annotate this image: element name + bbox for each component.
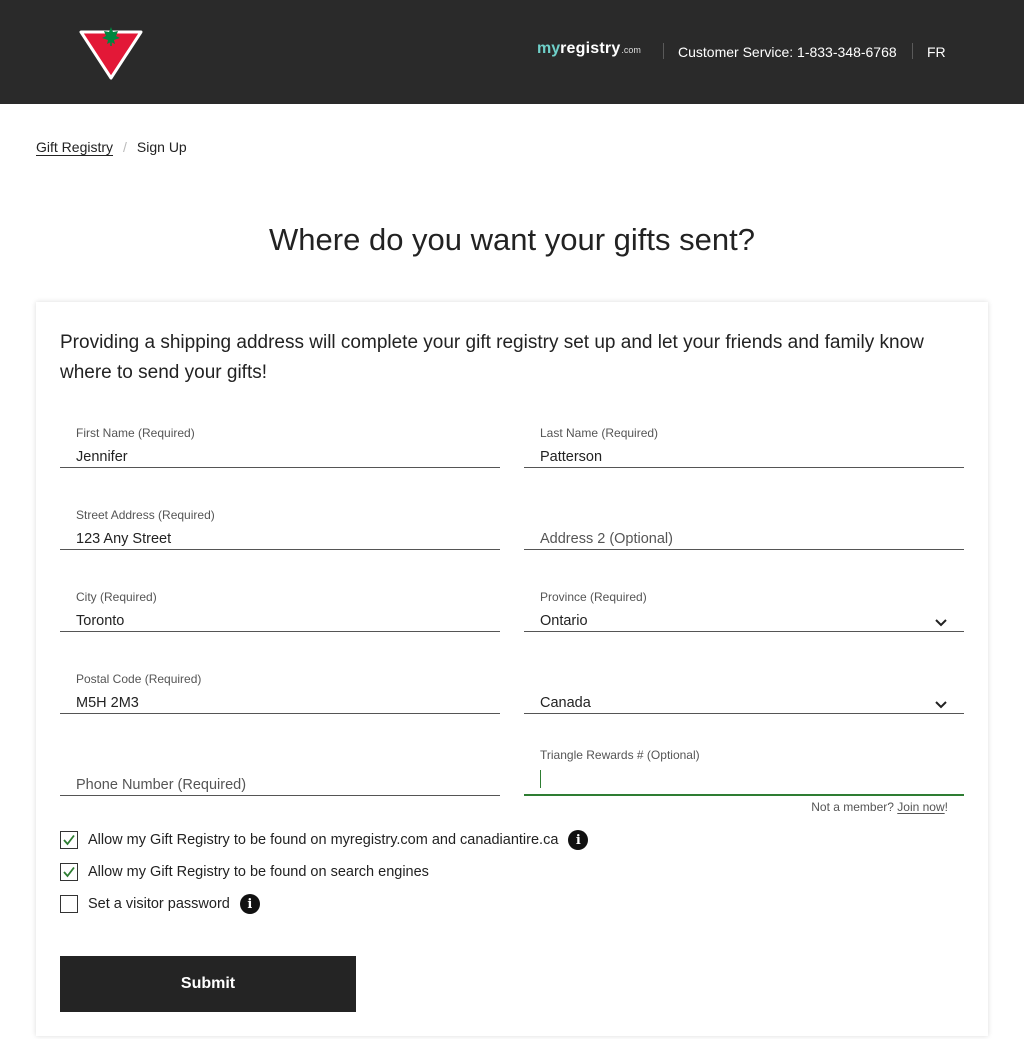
address-2-placeholder[interactable]: Address 2 (Optional) bbox=[540, 531, 673, 547]
customer-service-link[interactable]: Customer Service: 1-833-348-6768 bbox=[678, 44, 897, 60]
page-title: Where do you want your gifts sent? bbox=[269, 222, 755, 257]
member-note-prefix: Not a member? bbox=[811, 800, 894, 814]
first-name-label: First Name (Required) bbox=[76, 426, 195, 440]
info-icon[interactable]: i bbox=[239, 894, 260, 914]
city-value[interactable]: Toronto bbox=[76, 613, 124, 629]
last-name-field[interactable]: Last Name (Required) Patterson bbox=[524, 390, 964, 468]
breadcrumb-gift-registry-link[interactable]: Gift Registry bbox=[36, 139, 113, 155]
submit-button[interactable]: Submit bbox=[60, 956, 356, 1012]
province-select[interactable]: Province (Required) Ontario bbox=[524, 554, 964, 632]
chevron-down-icon[interactable] bbox=[934, 616, 948, 630]
first-name-field[interactable]: First Name (Required) Jennifer bbox=[60, 390, 500, 468]
phone-number-placeholder[interactable]: Phone Number (Required) bbox=[76, 777, 246, 793]
breadcrumb: Gift Registry / Sign Up bbox=[36, 139, 187, 155]
postal-code-label: Postal Code (Required) bbox=[76, 672, 202, 686]
visitor-password-label[interactable]: Set a visitor password bbox=[88, 896, 230, 912]
checkbox-row-search-engines[interactable]: Allow my Gift Registry to be found on se… bbox=[60, 861, 429, 883]
header-divider bbox=[912, 43, 913, 59]
checkbox-row-visitor-password[interactable]: Set a visitor password i bbox=[60, 893, 260, 915]
canadian-tire-logo[interactable] bbox=[78, 24, 144, 82]
text-cursor bbox=[540, 770, 541, 788]
language-toggle-link[interactable]: FR bbox=[927, 44, 946, 60]
checkmark-icon bbox=[63, 866, 75, 878]
breadcrumb-current: Sign Up bbox=[136, 139, 187, 155]
breadcrumb-separator: / bbox=[123, 139, 127, 155]
chevron-down-icon[interactable] bbox=[934, 698, 948, 712]
visitor-password-checkbox[interactable] bbox=[60, 895, 78, 913]
member-note-suffix: ! bbox=[944, 800, 948, 814]
member-note: Not a member? Join now! bbox=[811, 800, 948, 814]
address-2-field[interactable]: Address 2 (Optional) bbox=[524, 472, 964, 550]
checkbox-row-site-visibility[interactable]: Allow my Gift Registry to be found on my… bbox=[60, 829, 589, 851]
country-select[interactable]: Canada bbox=[524, 636, 964, 714]
last-name-value[interactable]: Patterson bbox=[540, 449, 602, 465]
search-engines-checkbox[interactable] bbox=[60, 863, 78, 881]
shipping-form-card: Providing a shipping address will comple… bbox=[36, 302, 988, 1036]
search-engines-label[interactable]: Allow my Gift Registry to be found on se… bbox=[88, 864, 429, 880]
site-visibility-checkbox[interactable] bbox=[60, 831, 78, 849]
info-icon[interactable]: i bbox=[568, 830, 589, 850]
postal-code-field[interactable]: Postal Code (Required) M5H 2M3 bbox=[60, 636, 500, 714]
top-bar: my registry .com Customer Service: 1-833-3… bbox=[0, 0, 1024, 104]
triangle-rewards-field[interactable]: Triangle Rewards # (Optional) bbox=[524, 718, 964, 796]
street-address-value[interactable]: 123 Any Street bbox=[76, 531, 171, 547]
city-label: City (Required) bbox=[76, 590, 157, 604]
province-value[interactable]: Ontario bbox=[540, 613, 588, 629]
brand-com: .com bbox=[621, 45, 641, 55]
phone-number-field[interactable]: Phone Number (Required) bbox=[60, 718, 500, 796]
join-now-link[interactable]: Join now bbox=[897, 800, 944, 814]
street-address-label: Street Address (Required) bbox=[76, 508, 215, 522]
brand-registry: registry bbox=[560, 40, 621, 57]
last-name-label: Last Name (Required) bbox=[540, 426, 659, 440]
checkmark-icon bbox=[63, 834, 75, 846]
myregistry-logo[interactable]: my registry .com bbox=[537, 40, 641, 64]
site-visibility-label[interactable]: Allow my Gift Registry to be found on my… bbox=[88, 832, 558, 848]
first-name-value[interactable]: Jennifer bbox=[76, 449, 128, 465]
triangle-rewards-label: Triangle Rewards # (Optional) bbox=[540, 748, 700, 762]
postal-code-value[interactable]: M5H 2M3 bbox=[76, 695, 139, 711]
header-divider bbox=[663, 43, 664, 59]
city-field[interactable]: City (Required) Toronto bbox=[60, 554, 500, 632]
province-label: Province (Required) bbox=[540, 590, 647, 604]
street-address-field[interactable]: Street Address (Required) 123 Any Street bbox=[60, 472, 500, 550]
country-value[interactable]: Canada bbox=[540, 695, 591, 711]
intro-text: Providing a shipping address will comple… bbox=[60, 332, 924, 383]
brand-my: my bbox=[537, 40, 561, 57]
